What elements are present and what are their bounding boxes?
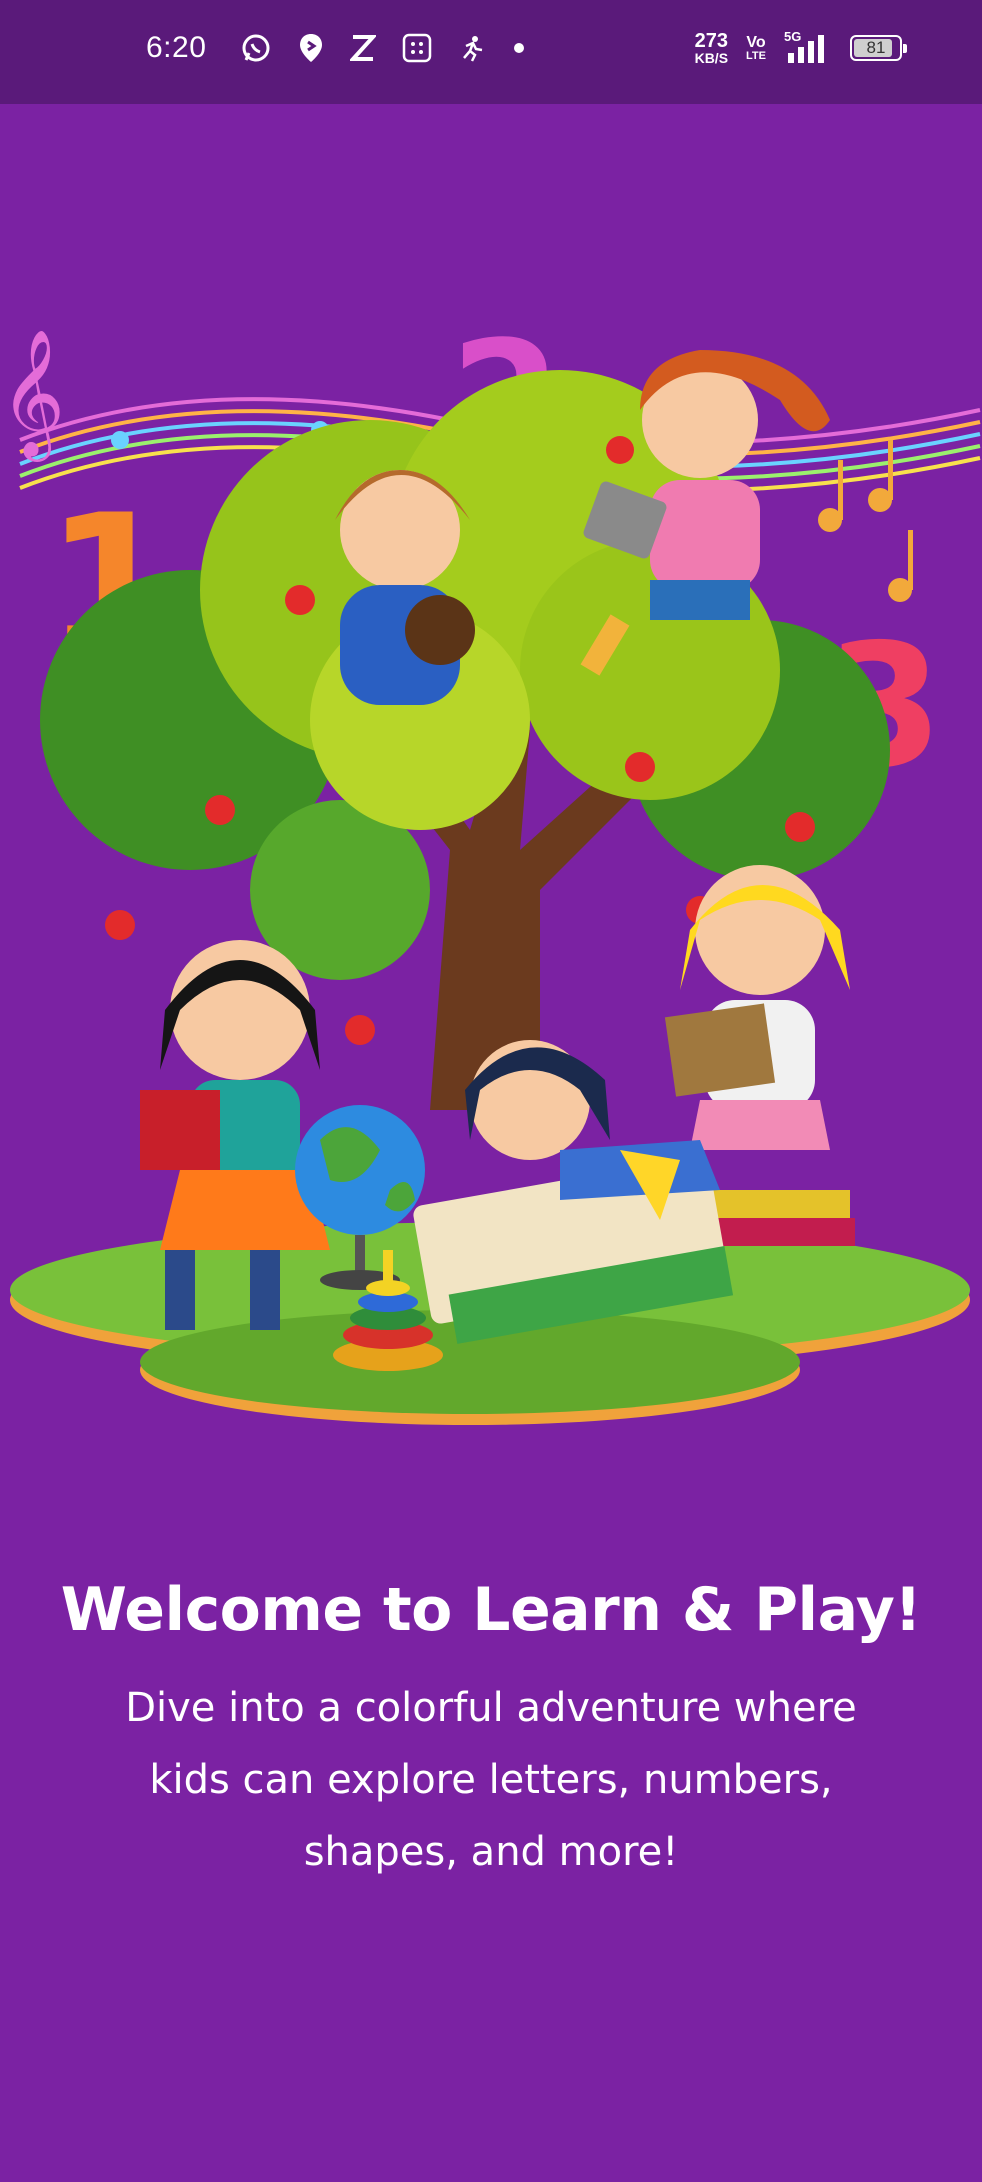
volte-indicator: Vo LTE — [746, 33, 766, 62]
network-speed-unit: KB/S — [694, 50, 729, 66]
status-time: 6:20 — [146, 31, 207, 64]
signal-icon: 5G — [784, 29, 832, 65]
volte-bottom: LTE — [746, 49, 766, 62]
volte-top: Vo — [746, 33, 766, 51]
kids-tree-illustration: 𝄞 1 2 3 — [0, 290, 982, 1450]
welcome-description: Dive into a colorful adventure where kid… — [125, 1685, 857, 1875]
whatsapp-icon — [240, 32, 272, 64]
network-speed: 273 KB/S — [695, 31, 728, 65]
notification-icons — [240, 32, 526, 64]
z-app-icon — [350, 34, 376, 62]
battery-level: 81 — [866, 38, 886, 57]
running-icon — [458, 34, 486, 62]
location-pin-icon — [298, 32, 324, 64]
network-speed-value: 273 — [694, 30, 728, 52]
dot-icon — [512, 41, 526, 55]
battery-icon: 81 — [850, 35, 907, 61]
grid-app-icon — [402, 33, 432, 63]
treble-clef-icon: 𝄞 — [0, 328, 65, 462]
status-bar: 6:20 273 KB/S Vo LTE 5G 81 — [0, 0, 982, 104]
status-indicators: 273 KB/S Vo LTE 5G 81 — [695, 29, 907, 65]
welcome-title: Welcome to Learn & Play! — [60, 1575, 922, 1645]
illustration-art: 𝄞 1 2 3 — [0, 306, 981, 1425]
